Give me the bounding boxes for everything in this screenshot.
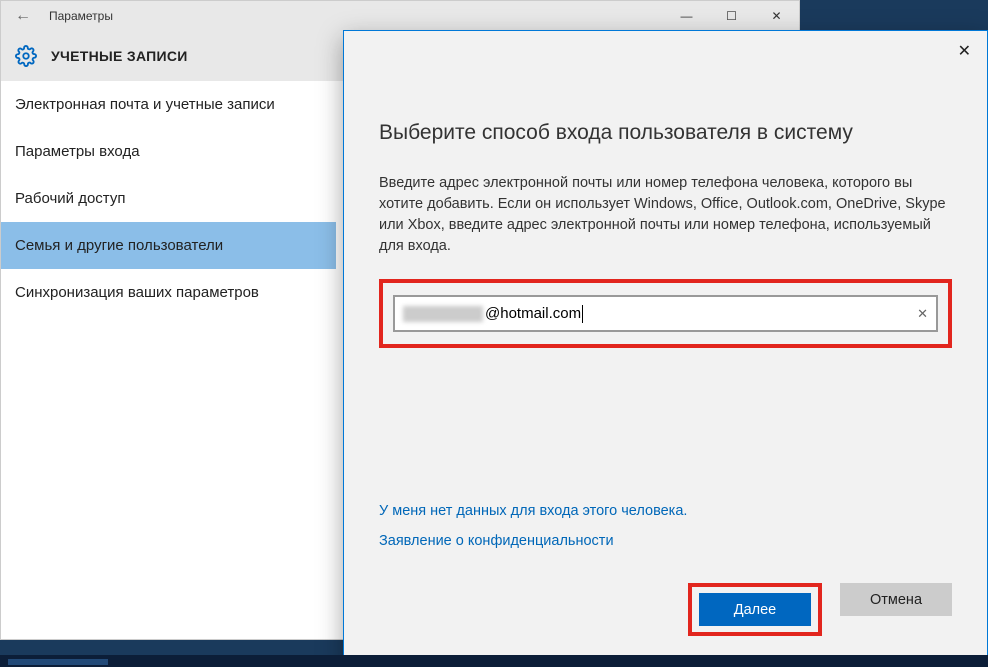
add-user-modal: ✕ Выберите способ входа пользователя в с… <box>343 30 988 667</box>
modal-title: Выберите способ входа пользователя в сис… <box>379 121 952 145</box>
modal-buttons: Далее Отмена <box>379 583 952 636</box>
close-window-button[interactable]: ✕ <box>754 1 799 31</box>
taskbar-item[interactable] <box>8 659 108 665</box>
window-title: Параметры <box>49 9 113 23</box>
sidebar-item-email-accounts[interactable]: Электронная почта и учетные записи <box>1 81 336 128</box>
email-input-wrap[interactable]: @hotmail.com ✕ <box>393 295 938 332</box>
email-input[interactable]: @hotmail.com <box>485 305 581 322</box>
blurred-username <box>403 306 483 322</box>
cancel-button[interactable]: Отмена <box>840 583 952 616</box>
text-cursor <box>582 305 583 323</box>
maximize-button[interactable]: ☐ <box>709 1 754 31</box>
sidebar-item-signin-options[interactable]: Параметры входа <box>1 128 336 175</box>
back-arrow-icon[interactable]: ← <box>15 7 31 25</box>
taskbar <box>0 655 988 667</box>
link-no-signin-data[interactable]: У меня нет данных для входа этого челове… <box>379 503 952 519</box>
sidebar-item-work-access[interactable]: Рабочий доступ <box>1 175 336 222</box>
close-icon[interactable]: ✕ <box>958 41 971 61</box>
minimize-button[interactable]: — <box>664 1 709 31</box>
clear-input-icon[interactable]: ✕ <box>917 306 928 322</box>
page-title: УЧЕТНЫЕ ЗАПИСИ <box>51 48 188 64</box>
window-controls: — ☐ ✕ <box>664 1 799 31</box>
modal-description: Введите адрес электронной почты или номе… <box>379 173 952 257</box>
next-button-highlight: Далее <box>688 583 822 636</box>
link-privacy-statement[interactable]: Заявление о конфиденциальности <box>379 533 952 549</box>
input-highlight-box: @hotmail.com ✕ <box>379 279 952 348</box>
sidebar: Электронная почта и учетные записи Парам… <box>1 81 336 316</box>
titlebar: ← Параметры — ☐ ✕ <box>1 1 799 31</box>
next-button[interactable]: Далее <box>699 593 811 626</box>
modal-links: У меня нет данных для входа этого челове… <box>379 503 952 563</box>
sidebar-item-family-other-users[interactable]: Семья и другие пользователи <box>1 222 336 269</box>
sidebar-item-sync-settings[interactable]: Синхронизация ваших параметров <box>1 269 336 316</box>
gear-icon <box>15 45 37 67</box>
